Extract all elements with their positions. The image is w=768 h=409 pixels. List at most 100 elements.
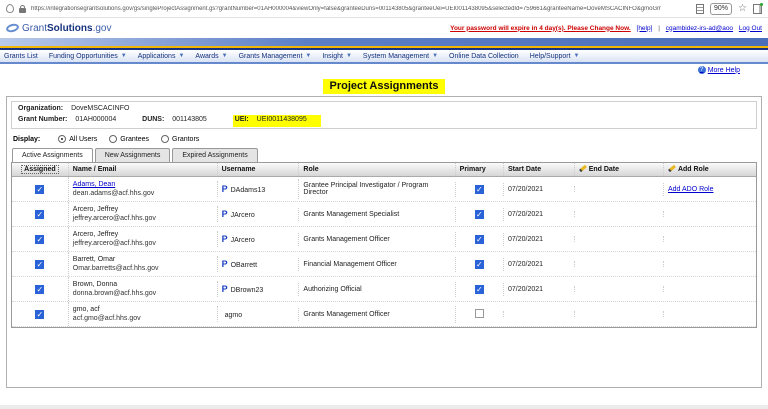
start-date: 07/20/2021 xyxy=(503,283,574,296)
browser-bar: https://integrationsegrantsolutions.gov/… xyxy=(0,0,768,18)
zoom-badge[interactable]: 90% xyxy=(710,3,732,15)
header-separator: | xyxy=(658,25,660,32)
assignment-tabs: Active Assignments New Assignments Expir… xyxy=(11,148,757,162)
radio-button[interactable] xyxy=(161,135,169,143)
logout-link[interactable]: Log Out xyxy=(739,25,762,32)
shield-icon[interactable] xyxy=(6,4,14,13)
url-text[interactable]: https://integrationsegrantsolutions.gov/… xyxy=(31,6,661,12)
table-row: Arcero, Jeffreyjeffrey.arcero@acf.hhs.go… xyxy=(12,202,756,227)
organization-value: DoveMSCACINFO xyxy=(71,105,129,112)
primary-checkbox[interactable] xyxy=(475,235,484,244)
user-email: acf.gmo@acf.hhs.gov xyxy=(73,314,213,323)
table-row: Barrett, OmarOmar.barretts@acf.hhs.gov P… xyxy=(12,252,756,277)
user-email: jeffrey.arcero@acf.hhs.gov xyxy=(73,239,213,248)
pencil-icon[interactable] xyxy=(668,165,676,172)
assigned-checkbox[interactable] xyxy=(35,310,44,319)
bookmark-star-icon[interactable]: ☆ xyxy=(738,4,747,14)
col-header-end-date: End Date xyxy=(574,163,663,176)
end-date xyxy=(574,236,663,242)
user-name: gmo, acf xyxy=(73,305,213,314)
assigned-checkbox[interactable] xyxy=(35,185,44,194)
nav-item-funding-opportunities[interactable]: Funding Opportunities▼ xyxy=(49,53,127,60)
nav-item-insight[interactable]: Insight▼ xyxy=(322,53,352,60)
p-badge-icon: P xyxy=(222,284,228,294)
table-header: Assigned Name / Email Username Role Prim… xyxy=(12,163,756,177)
end-date xyxy=(574,211,663,217)
assigned-checkbox[interactable] xyxy=(35,260,44,269)
lock-icon[interactable] xyxy=(19,8,26,13)
radio-button[interactable] xyxy=(109,135,117,143)
nav-item-grants-list[interactable]: Grants List xyxy=(4,53,38,60)
end-date xyxy=(574,261,663,267)
username: DBrown23 xyxy=(231,287,264,294)
nav-item-help-support[interactable]: Help/Support▼ xyxy=(530,53,580,60)
username: DAdams13 xyxy=(231,187,266,194)
primary-checkbox[interactable] xyxy=(475,185,484,194)
user-name-link[interactable]: Adams, Dean xyxy=(73,180,213,189)
user-name: Barrett, Omar xyxy=(73,255,213,264)
username: JArcero xyxy=(231,212,255,219)
chevron-down-icon: ▼ xyxy=(178,53,184,59)
col-header-username: Username xyxy=(217,163,299,176)
primary-checkbox[interactable] xyxy=(475,260,484,269)
user-email: dean.adams@acf.hhs.gov xyxy=(73,189,213,198)
col-header-add-role: Add Role xyxy=(663,163,756,176)
p-badge-icon: P xyxy=(222,259,228,269)
primary-checkbox[interactable] xyxy=(475,285,484,294)
nav-item-awards[interactable]: Awards▼ xyxy=(195,53,227,60)
end-date xyxy=(574,186,663,192)
p-badge-icon: P xyxy=(222,184,228,194)
page-bottom-edge xyxy=(0,405,768,409)
sidebar-panel-icon[interactable] xyxy=(753,4,762,14)
chevron-down-icon: ▼ xyxy=(432,53,438,59)
radio-grantors[interactable]: Grantors xyxy=(161,135,199,143)
radio-grantees[interactable]: Grantees xyxy=(109,135,149,143)
help-link[interactable]: [help] xyxy=(637,25,653,32)
radio-all-users[interactable]: All Users xyxy=(58,135,97,143)
tab-new-assignments[interactable]: New Assignments xyxy=(95,148,171,162)
assigned-checkbox[interactable] xyxy=(35,235,44,244)
user-account-link[interactable]: cgambidez-irs-ad@aoo xyxy=(666,25,733,32)
reading-list-icon[interactable] xyxy=(696,4,704,14)
nav-item-online-data-collection[interactable]: Online Data Collection xyxy=(449,53,519,60)
nav-item-grants-management[interactable]: Grants Management▼ xyxy=(239,53,312,60)
role-cell: Authorizing Official xyxy=(298,283,454,296)
nav-bar: Grants List Funding Opportunities▼ Appli… xyxy=(0,50,768,64)
role-cell: Grantee Principal Investigator / Program… xyxy=(298,179,454,199)
assigned-checkbox[interactable] xyxy=(35,285,44,294)
pencil-icon[interactable] xyxy=(579,165,587,172)
app-header: GrantSolutions.gov Your password will ex… xyxy=(0,18,768,38)
table-row: Brown, Donnadonna.brown@acf.hhs.gov PDBr… xyxy=(12,277,756,302)
nav-item-system-management[interactable]: System Management▼ xyxy=(363,53,438,60)
user-name: Arcero, Jeffrey xyxy=(73,230,213,239)
role-cell: Financial Management Officer xyxy=(298,258,454,271)
display-label: Display: xyxy=(13,136,40,143)
col-header-primary: Primary xyxy=(455,163,503,176)
tab-active-assignments[interactable]: Active Assignments xyxy=(12,148,93,162)
chevron-down-icon: ▼ xyxy=(346,53,352,59)
content-panel: Organization: DoveMSCACINFO Grant Number… xyxy=(6,96,762,388)
display-filter: Display: All Users Grantees Grantors xyxy=(11,129,757,148)
tab-expired-assignments[interactable]: Expired Assignments xyxy=(172,148,257,162)
grantsolutions-logo[interactable]: GrantSolutions.gov xyxy=(6,23,111,34)
user-email: jeffrey.arcero@acf.hhs.gov xyxy=(73,214,213,223)
header-band xyxy=(0,38,768,46)
p-badge-icon: P xyxy=(222,209,228,219)
start-date: 07/20/2021 xyxy=(503,208,574,221)
primary-checkbox[interactable] xyxy=(475,309,484,318)
grant-info-box: Organization: DoveMSCACINFO Grant Number… xyxy=(11,101,757,129)
chevron-down-icon: ▼ xyxy=(305,53,311,59)
chevron-down-icon: ▼ xyxy=(222,53,228,59)
p-badge-icon: P xyxy=(222,234,228,244)
table-row: gmo, acfacf.gmo@acf.hhs.gov agmo Grants … xyxy=(12,302,756,327)
role-cell: Grants Management Officer xyxy=(298,233,454,246)
duns-value: 001143805 xyxy=(172,116,207,123)
assigned-checkbox[interactable] xyxy=(35,210,44,219)
end-date xyxy=(574,311,663,317)
logo-text: GrantSolutions.gov xyxy=(22,23,111,34)
more-help-link[interactable]: ? More Help xyxy=(698,66,740,74)
radio-button[interactable] xyxy=(58,135,66,143)
nav-item-applications[interactable]: Applications▼ xyxy=(138,53,185,60)
add-ado-role-link[interactable]: Add ADO Role xyxy=(668,186,714,193)
primary-checkbox[interactable] xyxy=(475,210,484,219)
